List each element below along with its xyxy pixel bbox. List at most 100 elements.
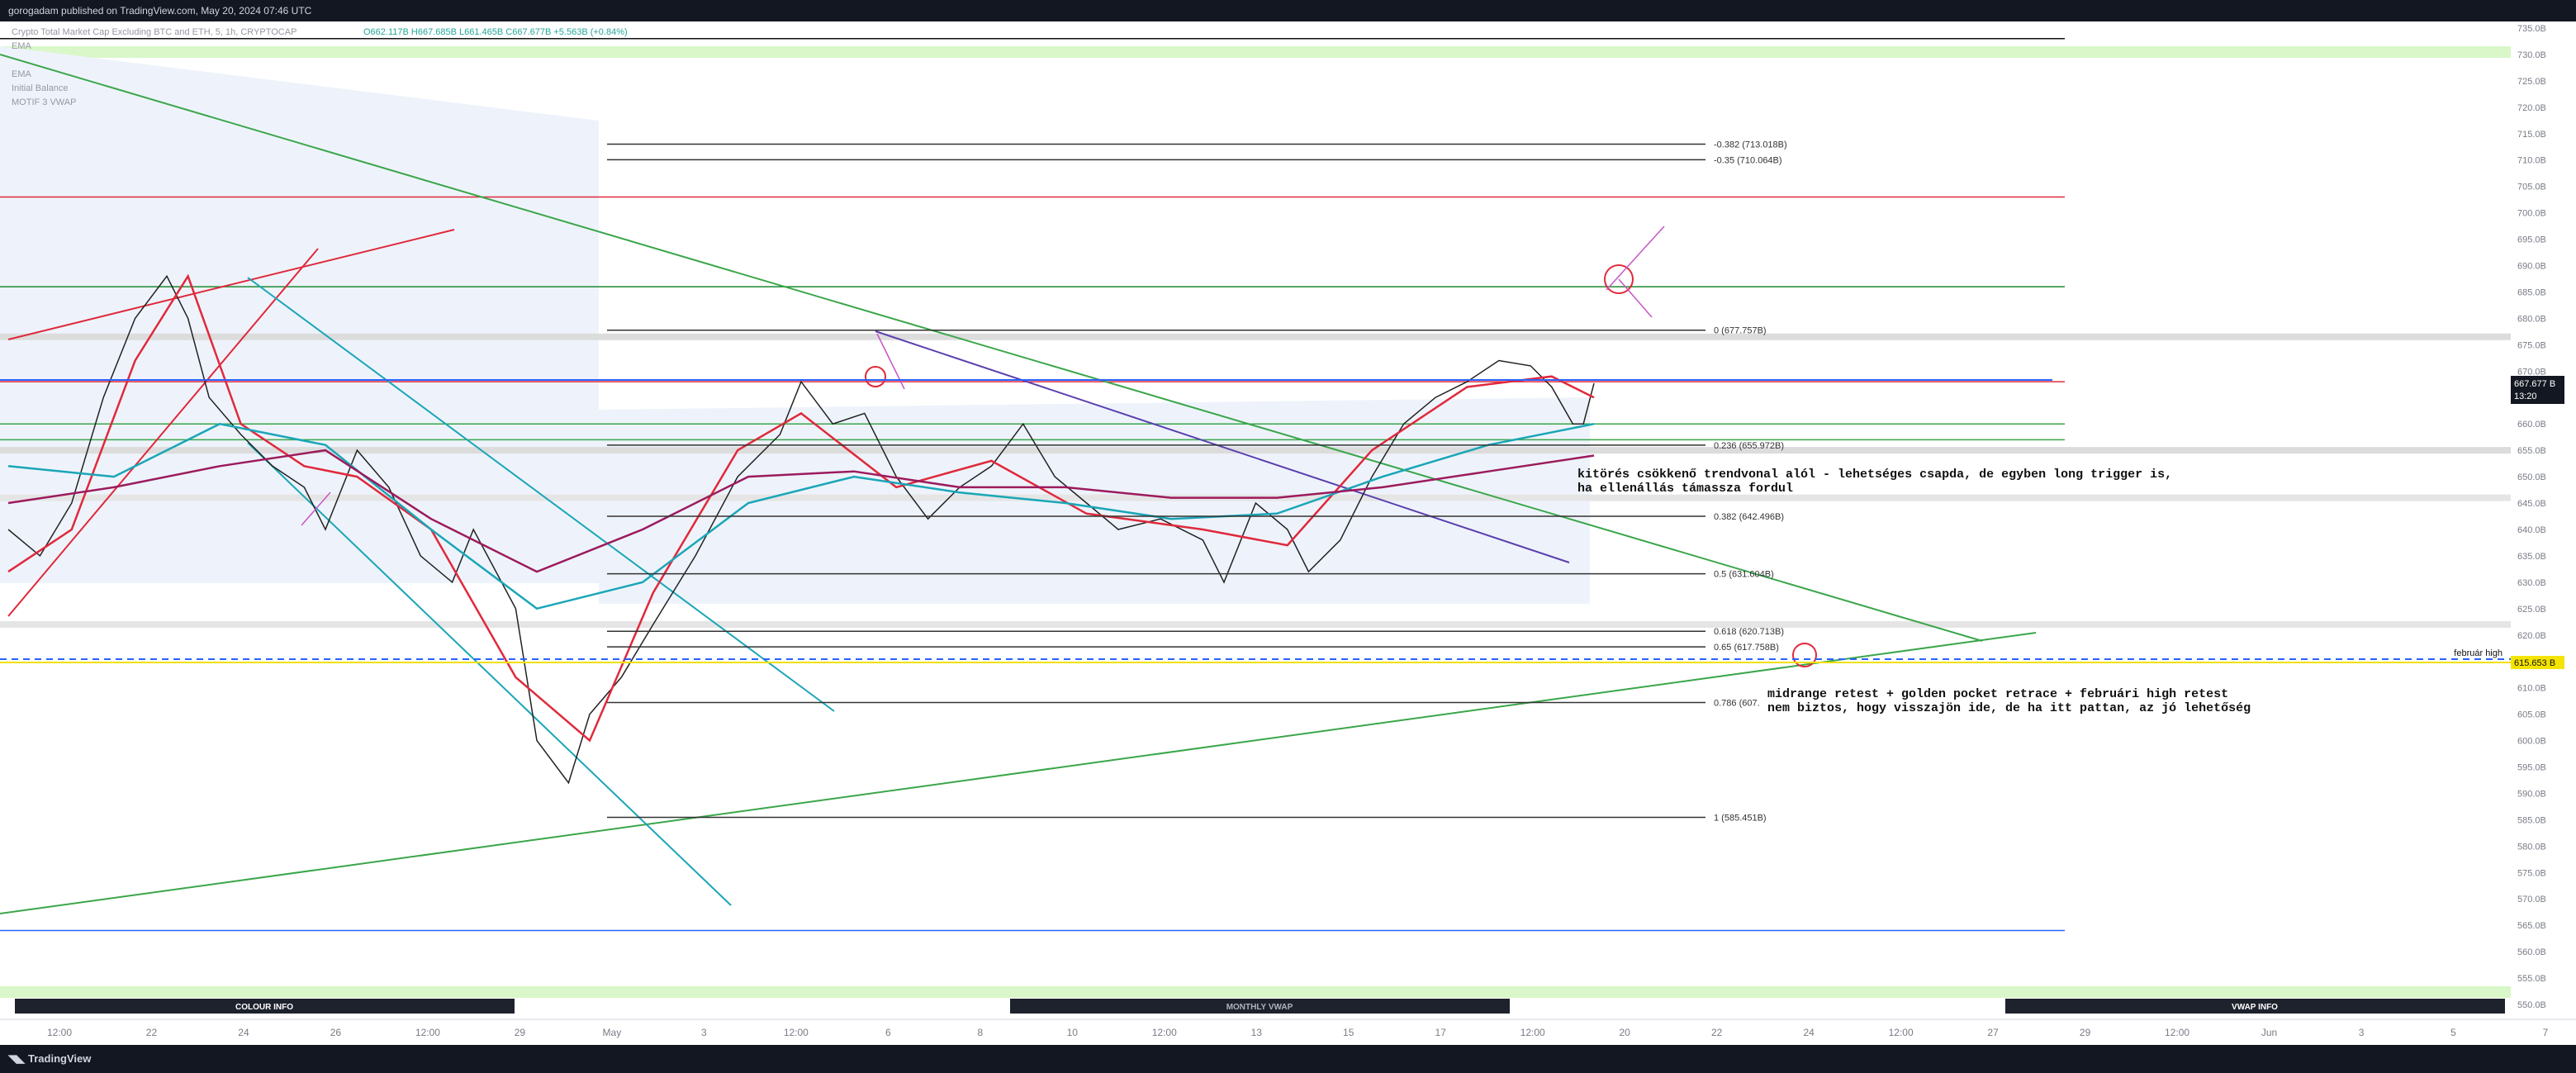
y-tick-label: 620.0B [2517,631,2546,641]
annotation-retest-1: midrange retest + golden pocket retrace … [1767,687,2228,701]
y-tick-label: 555.0B [2517,974,2546,984]
y-tick-label: 700.0B [2517,209,2546,219]
y-tick-label: 730.0B [2517,50,2546,60]
y-tick-label: 670.0B [2517,367,2546,377]
legend-indicator-ema-2[interactable]: EMA [12,69,32,79]
x-tick-label: May [603,1027,622,1038]
x-tick-label: 29 [515,1027,526,1038]
legend-indicator-ib[interactable]: Initial Balance [12,83,69,93]
y-tick-label: 640.0B [2517,525,2546,535]
y-tick-label: 570.0B [2517,895,2546,904]
y-tick-label: 605.0B [2517,710,2546,720]
y-tick-label: 625.0B [2517,605,2546,615]
fib-label: -0.382 (713.018B) [1714,140,1787,150]
fib-label: 0.786 (607. [1714,699,1760,709]
fib-label: 0.5 (631.604B) [1714,570,1774,580]
legend-indicator-vwap[interactable]: MOTIF 3 VWAP [12,97,76,107]
x-tick-label: 13 [1251,1027,1263,1038]
y-tick-label: 725.0B [2517,77,2546,87]
tradingview-logo-icon: ◥◣ [8,1052,25,1065]
y-tick-label: 735.0B [2517,24,2546,34]
x-tick-label: 12:00 [1520,1027,1545,1038]
y-tick-label: 660.0B [2517,420,2546,430]
feb-high-label: február high [2454,648,2502,658]
x-tick-label: 22 [146,1027,158,1038]
y-tick-label: 610.0B [2517,684,2546,694]
legend-indicator-ema-1[interactable]: EMA [12,41,32,51]
x-tick-label: 6 [885,1027,891,1038]
legend-symbol[interactable]: Crypto Total Market Cap Excluding BTC an… [12,27,297,37]
publish-header: gorogadam published on TradingView.com, … [0,0,2576,21]
x-tick-label: 10 [1067,1027,1079,1038]
gray-zone-band [0,333,2511,340]
y-tick-label: 560.0B [2517,947,2546,957]
annotation-retest-2: nem biztos, hogy visszajön ide, de ha it… [1767,701,2251,715]
y-tick-label: 645.0B [2517,499,2546,509]
y-tick-label: 685.0B [2517,287,2546,297]
x-tick-label: 22 [1711,1027,1723,1038]
x-tick-label: 29 [2080,1027,2091,1038]
last-price-text: 667.677 B [2514,379,2555,389]
panel-monthly-vwap-label: MONTHLY VWAP [1226,1003,1293,1012]
fib-label: 0.65 (617.758B) [1714,643,1779,653]
y-tick-label: 675.0B [2517,340,2546,350]
y-tick-label: 705.0B [2517,183,2546,192]
gray-zone-band [0,447,2511,454]
x-tick-label: 20 [1620,1027,1631,1038]
y-tick-label: 655.0B [2517,446,2546,456]
fib-label: 0.382 (642.496B) [1714,512,1784,522]
y-tick-label: 695.0B [2517,235,2546,245]
legend-ohlc: O662.117B H667.685B L661.465B C667.677B … [363,27,628,37]
x-tick-label: 12:00 [1889,1027,1914,1038]
annotation-breakout-1: kitörés csökkenő trendvonal alól - lehet… [1577,468,2172,482]
feb-high-price-text: 615.653 B [2514,658,2555,668]
y-tick-label: 595.0B [2517,762,2546,772]
gray-zone-band [0,620,2511,628]
fib-label: 1 (585.451B) [1714,813,1767,823]
footer-brand: TradingView [28,1052,92,1065]
x-tick-label: 3 [2359,1027,2365,1038]
price-chart[interactable]: -0.382 (713.018B) -0.35 (710.064B) 0 (677.… [0,21,2576,1045]
x-tick-label: 12:00 [2165,1027,2189,1038]
y-tick-label: 630.0B [2517,578,2546,588]
x-tick-label: 15 [1343,1027,1354,1038]
x-tick-label: 26 [330,1027,342,1038]
panel-colour-info-label: COLOUR INFO [235,1003,293,1012]
published-text: gorogadam published on TradingView.com, … [8,5,312,17]
y-tick-label: 590.0B [2517,789,2546,799]
x-tick-label: 12:00 [784,1027,809,1038]
x-tick-label: 17 [1435,1027,1447,1038]
x-tick-label: 12:00 [47,1027,72,1038]
fib-label: 0.618 (620.713B) [1714,627,1784,637]
y-tick-label: 635.0B [2517,552,2546,562]
y-tick-label: 720.0B [2517,103,2546,113]
chart-area[interactable]: -0.382 (713.018B) -0.35 (710.064B) 0 (677.… [0,21,2576,1045]
y-tick-label: 715.0B [2517,130,2546,140]
y-tick-label: 710.0B [2517,156,2546,166]
x-tick-label: 3 [701,1027,707,1038]
y-tick-label: 650.0B [2517,472,2546,482]
fib-label: 0.236 (655.972B) [1714,441,1784,451]
footer-bar: ◥◣ TradingView [0,1045,2576,1073]
green-zone-bottom [0,986,2515,998]
x-tick-label: 7 [2543,1027,2549,1038]
x-tick-label: 27 [1987,1027,1999,1038]
fib-label: 0 (677.757B) [1714,326,1767,336]
y-tick-label: 565.0B [2517,921,2546,931]
x-tick-label: 5 [2450,1027,2456,1038]
x-tick-label: 8 [977,1027,983,1038]
y-tick-label: 690.0B [2517,262,2546,272]
panel-vwap-info-label: VWAP INFO [2232,1003,2278,1012]
y-tick-label: 680.0B [2517,314,2546,324]
last-price-countdown: 13:20 [2514,392,2537,401]
green-zone-top [0,46,2515,58]
x-tick-label: 12:00 [415,1027,440,1038]
x-tick-label: 24 [238,1027,249,1038]
y-tick-label: 600.0B [2517,737,2546,747]
x-tick-label: 12:00 [1152,1027,1177,1038]
x-tick-label: 24 [1803,1027,1815,1038]
x-tick-label: Jun [2261,1027,2277,1038]
annotation-breakout-2: ha ellenállás támassza fordul [1577,482,1793,496]
fib-label: -0.35 (710.064B) [1714,155,1782,165]
y-tick-label: 585.0B [2517,815,2546,825]
